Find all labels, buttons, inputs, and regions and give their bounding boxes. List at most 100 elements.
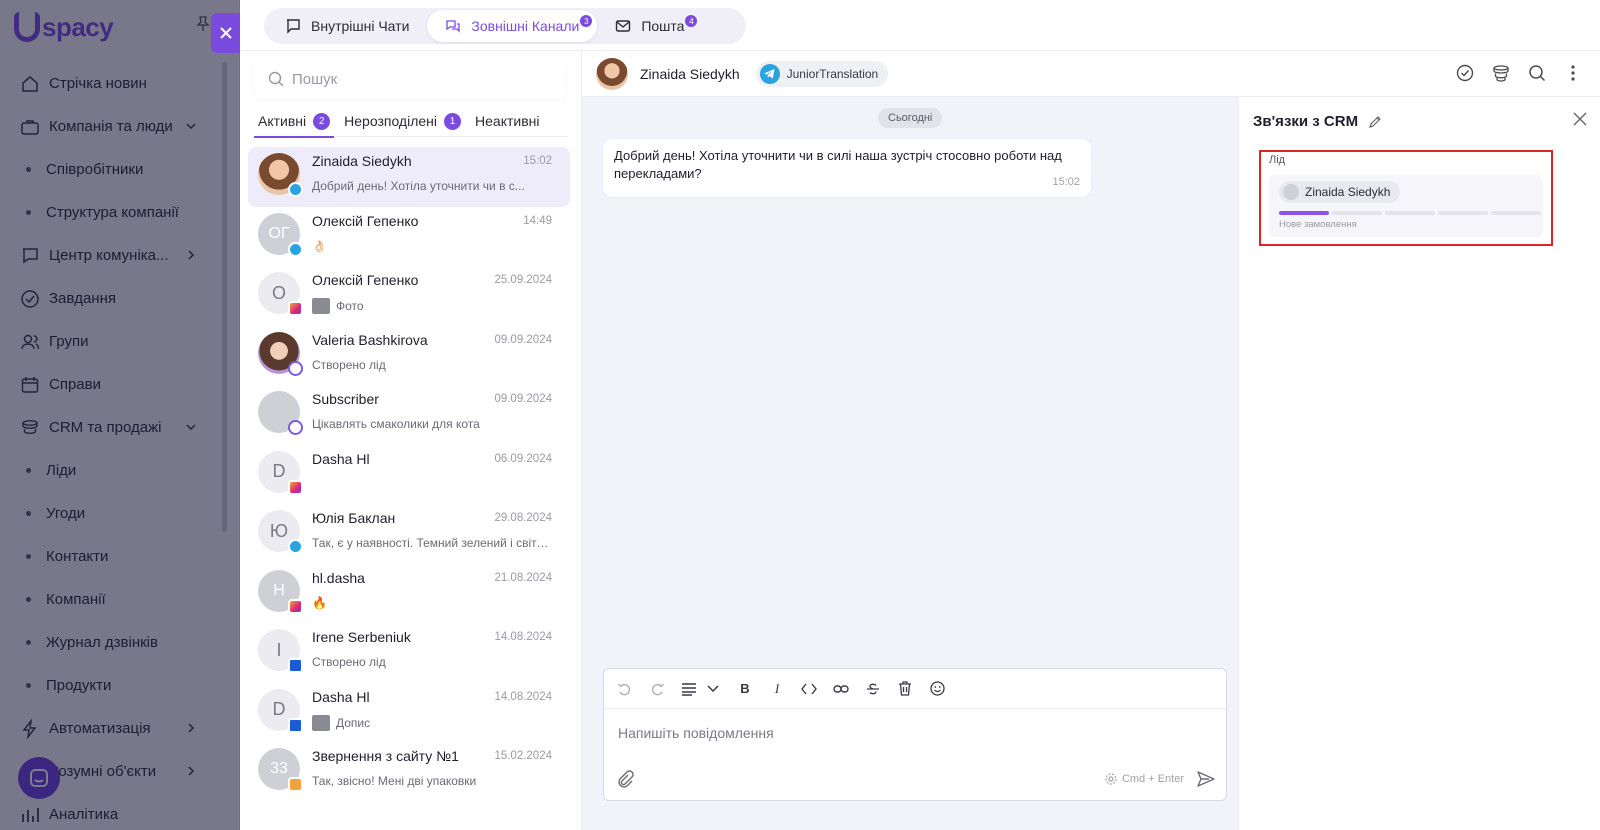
sidebar-item-label: Центр комуніка... xyxy=(49,247,169,264)
avatar-initials: 33 xyxy=(270,760,288,777)
contact-name[interactable]: Zinaida Siedykh xyxy=(640,66,740,82)
message-text: Добрий день! Хотіла уточнити чи в силі н… xyxy=(614,148,1062,181)
channel-chip[interactable]: JuniorTranslation xyxy=(755,60,889,87)
sidebar-nav: Стрічка новин Компанія та люди Співробітни… xyxy=(0,62,228,830)
message-input[interactable] xyxy=(618,725,1198,741)
conversation-item[interactable]: D Dasha Hl 14.08.2024 Допис xyxy=(248,683,570,743)
instagram-icon xyxy=(288,598,303,614)
telegram-icon xyxy=(288,182,303,197)
emoji-icon[interactable] xyxy=(928,680,946,698)
chat-status-tabs: Активні 2 Нерозподілені 1 Неактивні xyxy=(254,105,568,138)
stage-segment xyxy=(1491,211,1541,215)
sidebar-item[interactable]: Центр комуніка... xyxy=(0,234,228,277)
message-bubble[interactable]: Добрий день! Хотіла уточнити чи в силі н… xyxy=(603,139,1091,197)
chevron-right-icon[interactable] xyxy=(184,248,198,262)
conversation-item[interactable]: Valeria Bashkirova 09.09.2024 Створено лід xyxy=(248,326,570,386)
avatar: I xyxy=(258,629,303,673)
conversation-item[interactable]: I Irene Serbeniuk 14.08.2024 Створено лід xyxy=(248,623,570,683)
italic-icon[interactable]: I xyxy=(768,680,786,698)
align-icon[interactable] xyxy=(680,680,698,698)
sidebar-item[interactable]: Структура компанії xyxy=(0,191,228,234)
avatar: 33 xyxy=(258,748,303,792)
crm-title-text: Зв'язки з CRM xyxy=(1253,113,1359,130)
bolt-icon xyxy=(20,718,40,739)
logo[interactable]: spacy xyxy=(14,10,114,44)
crm-lead-card[interactable]: Zinaida Siedykh Нове замовлення xyxy=(1269,175,1543,237)
subtab-unassigned[interactable]: Нерозподілені 1 xyxy=(340,105,465,137)
chat-list-panel: Активні 2 Нерозподілені 1 Неактивні Zina… xyxy=(240,51,582,830)
close-icon[interactable] xyxy=(1572,111,1588,127)
more-vertical-icon[interactable] xyxy=(1564,64,1582,82)
subtab-active[interactable]: Активні 2 xyxy=(254,105,335,138)
undo-icon[interactable] xyxy=(616,680,634,698)
conversation-time: 14:49 xyxy=(523,214,552,227)
avatar[interactable] xyxy=(596,57,628,90)
conversation-preview: Фото xyxy=(336,299,364,313)
sidebar-item[interactable]: Стрічка новин xyxy=(0,62,228,105)
conversation-preview: Добрий день! Хотіла уточнити чи в с... xyxy=(312,179,525,193)
help-chat-button[interactable] xyxy=(18,757,60,799)
conversation-item[interactable]: Zinaida Siedykh 15:02 Добрий день! Хотіла … xyxy=(248,147,570,207)
tab-mail[interactable]: Пошта 4 xyxy=(597,10,702,42)
crm-funnel-icon[interactable] xyxy=(1492,64,1510,82)
code-icon[interactable] xyxy=(800,680,818,698)
sidebar-item[interactable]: Журнал дзвінків xyxy=(0,621,228,664)
logo-text: spacy xyxy=(42,11,114,42)
conversation-time: 14.08.2024 xyxy=(494,631,552,643)
settings-icon xyxy=(1105,773,1117,785)
conversation-time: 14.08.2024 xyxy=(494,690,552,703)
pin-icon[interactable] xyxy=(196,16,210,32)
sidebar-item[interactable]: Угоди xyxy=(0,492,228,535)
conversation-item[interactable]: Subscriber 09.09.2024 Цікавлять смаколики … xyxy=(248,385,570,445)
attach-icon[interactable] xyxy=(616,770,634,788)
funnel-icon xyxy=(20,418,40,438)
edit-icon[interactable] xyxy=(1368,115,1382,129)
conversation-item[interactable]: Hhl.dasha 21.08.2024 🔥 xyxy=(248,564,570,624)
instagram-icon xyxy=(288,479,303,495)
trash-icon[interactable] xyxy=(896,680,914,698)
conversation-name: Dasha Hl xyxy=(312,688,370,705)
sidebar-item[interactable]: Контакти xyxy=(0,535,228,578)
sidebar-item[interactable]: CRM та продажі xyxy=(0,406,228,449)
conversation-time: 09.09.2024 xyxy=(494,393,552,405)
conversation-item[interactable]: 33 Звернення з сайту №1 15.02.2024 Так, зві… xyxy=(248,742,570,802)
sidebar-item[interactable]: Ліди xyxy=(0,449,228,492)
send-shortcut-hint[interactable]: Cmd + Enter xyxy=(1105,773,1184,785)
chevron-down-icon[interactable] xyxy=(184,119,198,133)
crm-links-panel: Зв'язки з CRM Лід Zinaida Siedykh Нове з… xyxy=(1238,97,1600,830)
conversation-item[interactable]: О Олексій Гепенко 25.09.2024 Фото xyxy=(248,266,570,326)
conversation-name: Олексій Гепенко xyxy=(312,212,419,229)
close-sidebar-button[interactable] xyxy=(211,13,240,53)
chevron-down-icon[interactable] xyxy=(184,420,198,434)
chevron-right-icon[interactable] xyxy=(184,721,198,735)
conversation-item[interactable]: Ю Юлія Баклан 29.08.2024 Так, є у наявності… xyxy=(248,504,570,564)
subtab-inactive[interactable]: Неактивні xyxy=(471,105,543,137)
conversation-item[interactable]: D Dasha Hl 06.09.2024 xyxy=(248,445,570,505)
check-circle-icon[interactable] xyxy=(1456,64,1474,82)
sidebar-item[interactable]: Продукти xyxy=(0,664,228,707)
bold-icon[interactable]: B xyxy=(736,680,754,698)
sidebar-item[interactable]: Автоматизація xyxy=(0,707,228,750)
sidebar-item[interactable]: Компанії xyxy=(0,578,228,621)
link-icon[interactable] xyxy=(832,680,850,698)
tab-badge: 4 xyxy=(685,15,698,27)
sidebar-item[interactable]: Співробітники xyxy=(0,148,228,191)
chevron-right-icon[interactable] xyxy=(184,764,198,778)
sidebar-item[interactable]: Завдання xyxy=(0,277,228,320)
send-icon[interactable] xyxy=(1196,769,1216,789)
strikethrough-icon[interactable] xyxy=(864,680,882,698)
conversation-item[interactable]: ОГ Олексій Гепенко 14:49 👌🏻 xyxy=(248,207,570,267)
sidebar-item[interactable]: Справи xyxy=(0,363,228,406)
home-icon xyxy=(20,74,40,94)
chevron-down-icon[interactable] xyxy=(704,680,722,698)
lead-contact-chip[interactable]: Zinaida Siedykh xyxy=(1279,181,1401,203)
search-input[interactable] xyxy=(292,70,552,88)
search-icon[interactable] xyxy=(1528,64,1546,82)
mail-icon xyxy=(616,20,631,32)
tab-external-channels[interactable]: Зовнішні Канали 3 xyxy=(427,10,598,42)
sidebar-scrollbar[interactable] xyxy=(222,62,227,532)
tab-internal-chats[interactable]: Внутрішні Чати xyxy=(267,10,427,42)
sidebar-item[interactable]: Групи xyxy=(0,320,228,363)
sidebar-item[interactable]: Компанія та люди xyxy=(0,105,228,148)
redo-icon[interactable] xyxy=(648,680,666,698)
